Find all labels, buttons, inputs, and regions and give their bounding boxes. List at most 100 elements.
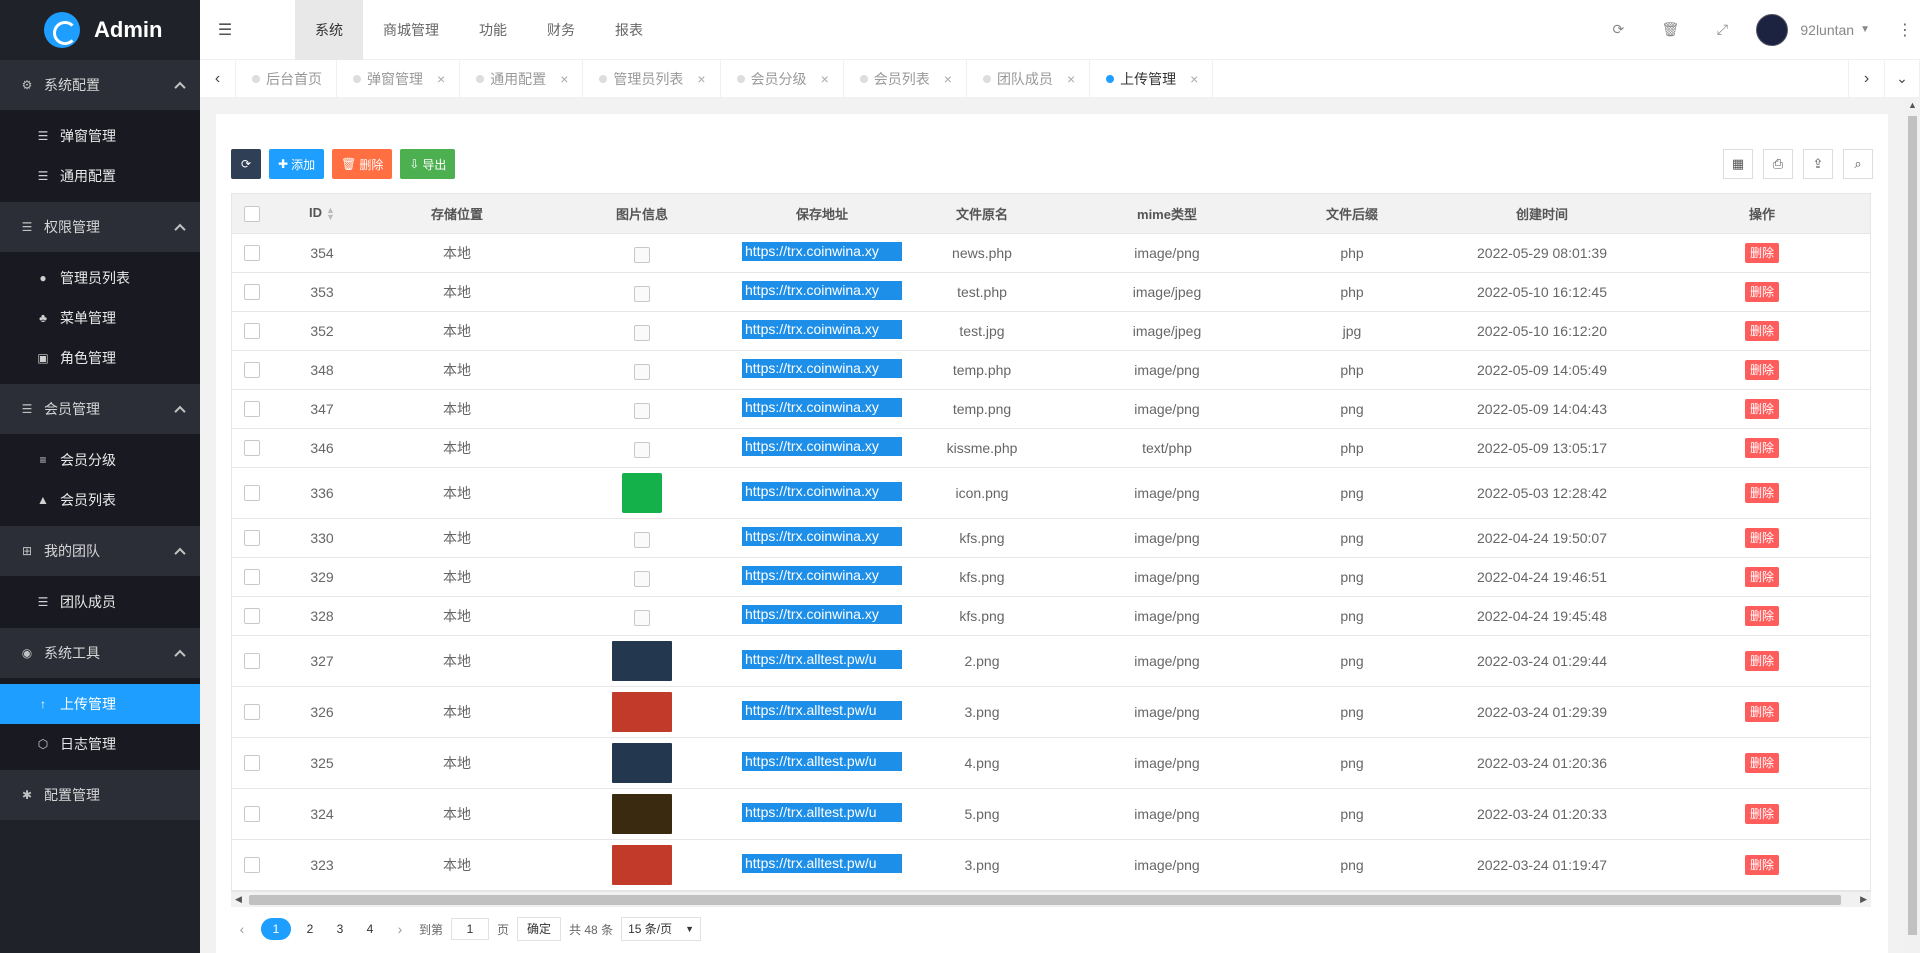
- page-tab[interactable]: 团队成员 ×: [967, 59, 1091, 98]
- saved-url-link[interactable]: https://trx.coinwina.xy: [742, 241, 902, 261]
- row-select[interactable]: [232, 635, 272, 687]
- goto-input[interactable]: 1: [451, 918, 490, 940]
- sidebar-item[interactable]: ☰ 团队成员: [0, 582, 200, 622]
- menu-group-title[interactable]: ☰ 权限管理: [0, 202, 200, 252]
- row-delete-button[interactable]: 删除: [1744, 650, 1779, 671]
- export-button[interactable]: ⇩ 导出: [400, 149, 456, 179]
- close-icon[interactable]: ×: [697, 71, 705, 87]
- page-tab[interactable]: 后台首页: [236, 59, 337, 98]
- fullscreen-icon[interactable]: ⤢: [1696, 21, 1748, 38]
- scroll-right-icon[interactable]: ▶: [1860, 894, 1867, 905]
- top-nav-item[interactable]: 系统: [295, 0, 363, 60]
- row-select[interactable]: [232, 350, 272, 390]
- row-delete-button[interactable]: 删除: [1744, 566, 1779, 587]
- top-nav-item[interactable]: 财务: [527, 0, 595, 60]
- row-delete-button[interactable]: 删除: [1744, 281, 1779, 302]
- row-delete-button[interactable]: 删除: [1744, 482, 1779, 503]
- page-tab[interactable]: 通用配置 ×: [460, 59, 584, 98]
- saved-url-link[interactable]: https://trx.coinwina.xy: [742, 319, 902, 339]
- top-nav-item[interactable]: 商城管理: [363, 0, 459, 60]
- row-select[interactable]: [232, 233, 272, 273]
- add-button[interactable]: ✚ 添加: [269, 149, 325, 179]
- sidebar-item[interactable]: ▲ 会员列表: [0, 480, 200, 520]
- row-select[interactable]: [232, 686, 272, 738]
- row-select[interactable]: [232, 737, 272, 789]
- row-delete-button[interactable]: 删除: [1744, 437, 1779, 458]
- sidebar-item[interactable]: ☰ 通用配置: [0, 156, 200, 196]
- row-checkbox[interactable]: [244, 530, 260, 547]
- menu-group-title[interactable]: ⊞ 我的团队: [0, 526, 200, 576]
- row-checkbox[interactable]: [244, 755, 260, 772]
- row-checkbox[interactable]: [244, 362, 260, 379]
- search-icon[interactable]: ⌕: [1843, 149, 1873, 179]
- delete-button[interactable]: 🗑 删除: [332, 149, 393, 179]
- refresh-icon[interactable]: ⟳: [1592, 21, 1644, 38]
- sidebar-item[interactable]: ↑ 上传管理: [0, 684, 200, 724]
- image-thumbnail[interactable]: [612, 640, 672, 681]
- page-number[interactable]: 1: [261, 918, 291, 940]
- row-select[interactable]: [232, 467, 272, 519]
- export-icon[interactable]: ⇪: [1803, 149, 1833, 179]
- menu-group-title[interactable]: ✱ 配置管理: [0, 770, 200, 820]
- saved-url-link[interactable]: https://trx.coinwina.xy: [742, 436, 902, 456]
- page-tab[interactable]: 会员列表 ×: [844, 59, 967, 98]
- row-delete-button[interactable]: 删除: [1744, 320, 1779, 341]
- row-select[interactable]: [232, 428, 272, 468]
- row-delete-button[interactable]: 删除: [1744, 242, 1779, 263]
- tabs-dropdown-icon[interactable]: ⌄: [1884, 59, 1920, 98]
- row-select[interactable]: [232, 389, 272, 429]
- row-select[interactable]: [232, 272, 272, 312]
- page-number[interactable]: 3: [329, 918, 351, 940]
- close-icon[interactable]: ×: [821, 71, 829, 87]
- row-checkbox[interactable]: [244, 401, 260, 418]
- more-icon[interactable]: ⋮: [1890, 20, 1920, 40]
- close-icon[interactable]: ×: [437, 71, 445, 87]
- user-menu[interactable]: 92luntan ▼: [1748, 13, 1890, 46]
- image-thumbnail[interactable]: [612, 742, 672, 783]
- saved-url-link[interactable]: https://trx.alltest.pw/u: [742, 649, 902, 669]
- scroll-thumb[interactable]: [249, 895, 1841, 905]
- tabs-next-icon[interactable]: ›: [1848, 59, 1884, 98]
- top-nav-item[interactable]: 报表: [595, 0, 663, 60]
- saved-url-link[interactable]: https://trx.coinwina.xy: [742, 358, 902, 378]
- row-checkbox[interactable]: [244, 485, 260, 502]
- page-number[interactable]: 4: [359, 918, 381, 940]
- saved-url-link[interactable]: https://trx.coinwina.xy: [742, 604, 902, 624]
- image-thumbnail[interactable]: [612, 691, 672, 732]
- saved-url-link[interactable]: https://trx.coinwina.xy: [742, 397, 902, 417]
- row-delete-button[interactable]: 删除: [1744, 752, 1779, 773]
- saved-url-link[interactable]: https://trx.alltest.pw/u: [742, 853, 902, 873]
- next-page-icon[interactable]: ›: [389, 918, 411, 940]
- saved-url-link[interactable]: https://trx.coinwina.xy: [742, 280, 902, 300]
- row-checkbox[interactable]: [244, 653, 260, 670]
- menu-group-title[interactable]: ☰ 会员管理: [0, 384, 200, 434]
- row-checkbox[interactable]: [244, 704, 260, 721]
- saved-url-link[interactable]: https://trx.coinwina.xy: [742, 481, 902, 501]
- row-delete-button[interactable]: 删除: [1744, 398, 1779, 419]
- scroll-up-icon[interactable]: ▲: [1908, 100, 1917, 110]
- image-thumbnail[interactable]: [612, 844, 672, 885]
- page-scroll-thumb[interactable]: [1908, 116, 1917, 935]
- close-icon[interactable]: ×: [1067, 71, 1075, 87]
- saved-url-link[interactable]: https://trx.alltest.pw/u: [742, 802, 902, 822]
- print-icon[interactable]: ⎙: [1763, 149, 1793, 179]
- row-select[interactable]: [232, 311, 272, 351]
- row-checkbox[interactable]: [244, 284, 260, 301]
- sidebar-item[interactable]: ♣ 菜单管理: [0, 298, 200, 338]
- columns-icon[interactable]: ▦: [1723, 149, 1753, 179]
- row-checkbox[interactable]: [244, 440, 260, 457]
- saved-url-link[interactable]: https://trx.coinwina.xy: [742, 565, 902, 585]
- page-scrollbar[interactable]: ▲: [1905, 98, 1920, 953]
- close-icon[interactable]: ×: [1190, 71, 1198, 87]
- row-select[interactable]: [232, 839, 272, 891]
- trash-icon[interactable]: 🗑: [1644, 21, 1696, 38]
- row-checkbox[interactable]: [244, 245, 260, 262]
- goto-confirm-button[interactable]: 确定: [517, 917, 562, 941]
- sidebar-item[interactable]: ● 管理员列表: [0, 258, 200, 298]
- logo[interactable]: Admin: [0, 0, 200, 60]
- row-delete-button[interactable]: 删除: [1744, 803, 1779, 824]
- row-delete-button[interactable]: 删除: [1744, 701, 1779, 722]
- top-nav-item[interactable]: 功能: [459, 0, 527, 60]
- page-size-select[interactable]: 15 条/页: [621, 917, 702, 941]
- prev-page-icon[interactable]: ‹: [231, 918, 253, 940]
